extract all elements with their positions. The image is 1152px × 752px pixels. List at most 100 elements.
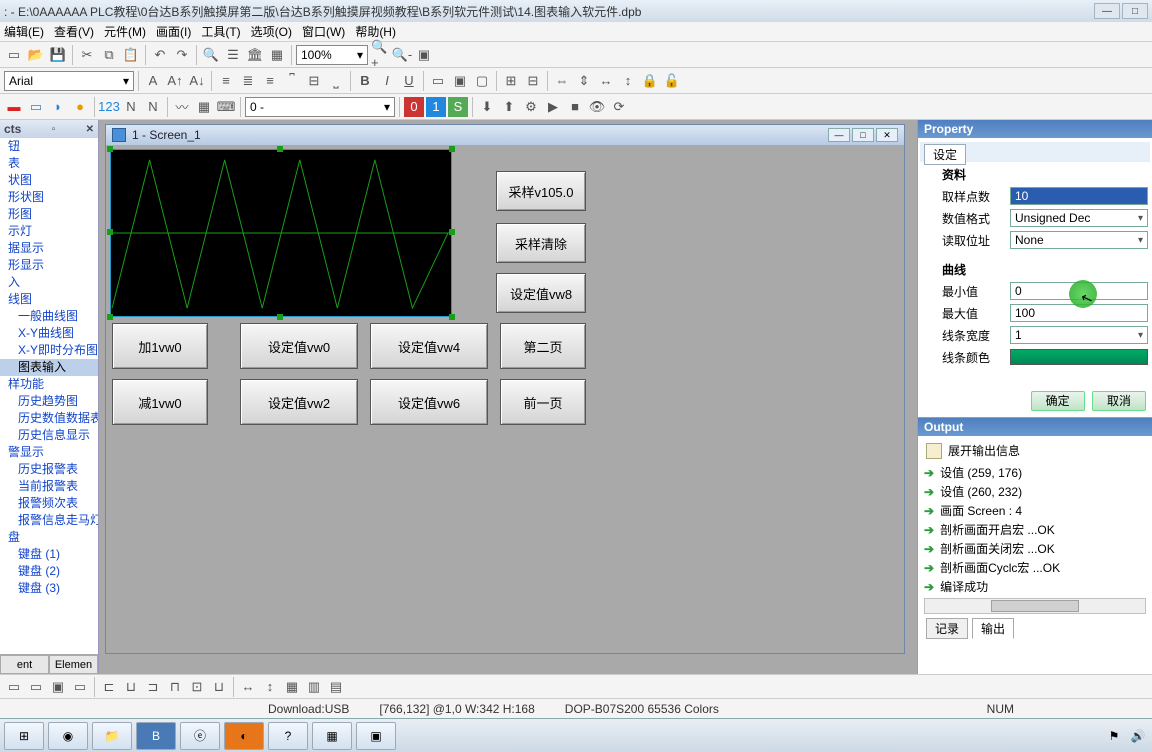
- tree-dock-icon[interactable]: ▫: [52, 124, 56, 135]
- tree-item[interactable]: 图表输入: [0, 359, 98, 376]
- task-start[interactable]: ⊞: [4, 722, 44, 750]
- cut-icon[interactable]: ✂: [77, 45, 97, 65]
- btn-sample[interactable]: 采样v105.0: [496, 171, 586, 211]
- menu-window[interactable]: 窗口(W): [302, 23, 345, 40]
- valign-top-icon[interactable]: ⎴: [282, 71, 302, 91]
- shape-circle-icon[interactable]: ●: [70, 97, 90, 117]
- valign-mid-icon[interactable]: ⊟: [304, 71, 324, 91]
- resize-handle[interactable]: [449, 146, 455, 152]
- menu-help[interactable]: 帮助(H): [355, 23, 396, 40]
- menu-view[interactable]: 查看(V): [54, 23, 94, 40]
- keypad-icon[interactable]: ⌨: [216, 97, 236, 117]
- align-c-icon[interactable]: ⊔: [121, 677, 141, 697]
- output-tab-log[interactable]: 记录: [926, 618, 968, 639]
- tree-item[interactable]: 历史趋势图: [0, 393, 98, 410]
- dist-h-icon[interactable]: ↔: [238, 677, 258, 697]
- paste-icon[interactable]: 📋: [121, 45, 141, 65]
- unlock-icon[interactable]: 🔓: [662, 71, 682, 91]
- tree-item[interactable]: 键盘 (2): [0, 563, 98, 580]
- tray-sound-icon[interactable]: 🔊: [1128, 722, 1148, 750]
- align-b-icon[interactable]: ⊔: [209, 677, 229, 697]
- tree-item[interactable]: 形图: [0, 206, 98, 223]
- save-icon[interactable]: 💾: [48, 45, 68, 65]
- dist-v-icon[interactable]: ↕: [260, 677, 280, 697]
- state-1-icon[interactable]: 1: [426, 97, 446, 117]
- tree-item[interactable]: 一般曲线图: [0, 308, 98, 325]
- property-value-input[interactable]: Unsigned Dec: [1010, 209, 1148, 227]
- find-icon[interactable]: 🔍: [201, 45, 221, 65]
- chart-tool-icon[interactable]: ▥: [304, 677, 324, 697]
- btn-set-vw0[interactable]: 设定值vw0: [240, 323, 358, 369]
- monitor-icon[interactable]: 👁: [587, 97, 607, 117]
- align-right-icon[interactable]: ≡: [260, 71, 280, 91]
- layer1-icon[interactable]: ▭: [4, 677, 24, 697]
- tree-item[interactable]: 历史报警表: [0, 461, 98, 478]
- font-select[interactable]: Arial▾: [4, 71, 134, 91]
- menu-screen[interactable]: 画面(I): [156, 23, 191, 40]
- numeric-icon[interactable]: 123: [99, 97, 119, 117]
- zoom-fit-icon[interactable]: ▣: [414, 45, 434, 65]
- zoom-select[interactable]: 100%▾: [296, 45, 368, 65]
- tree-item[interactable]: 据显示: [0, 240, 98, 257]
- btn-inc-vw0[interactable]: 加1vw0: [112, 323, 208, 369]
- underline-icon[interactable]: U: [399, 71, 419, 91]
- task-app5[interactable]: ▦: [312, 722, 352, 750]
- task-app1[interactable]: ◉: [48, 722, 88, 750]
- design-canvas[interactable]: 1 - Screen_1 — □ ✕: [99, 120, 917, 674]
- task-app2[interactable]: B: [136, 722, 176, 750]
- tree-item[interactable]: 示灯: [0, 223, 98, 240]
- resize-handle[interactable]: [107, 229, 113, 235]
- distribute-v-icon[interactable]: ⇕: [574, 71, 594, 91]
- send-back-icon[interactable]: ▢: [472, 71, 492, 91]
- tree-item[interactable]: 盘: [0, 529, 98, 546]
- output-scrollbar[interactable]: [924, 598, 1146, 614]
- tree-item[interactable]: 形状图: [0, 189, 98, 206]
- layer-icon[interactable]: ▭: [428, 71, 448, 91]
- stop-icon[interactable]: ■: [565, 97, 585, 117]
- same-w-icon[interactable]: ↔: [596, 71, 616, 91]
- menu-edit[interactable]: 编辑(E): [4, 23, 44, 40]
- tree-item[interactable]: 入: [0, 274, 98, 291]
- task-browser[interactable]: ⓔ: [180, 722, 220, 750]
- tree-item[interactable]: 线图: [0, 291, 98, 308]
- property-color-swatch[interactable]: [1010, 349, 1148, 365]
- tree-item[interactable]: 键盘 (3): [0, 580, 98, 597]
- tree-item[interactable]: 报警信息走马灯: [0, 512, 98, 529]
- tree-item[interactable]: 报警频次表: [0, 495, 98, 512]
- ungroup-icon[interactable]: ⊟: [523, 71, 543, 91]
- tree-item[interactable]: 状图: [0, 172, 98, 189]
- font-size-icon[interactable]: A: [143, 71, 163, 91]
- layer2-icon[interactable]: ▭: [26, 677, 46, 697]
- zoom-in-icon[interactable]: 🔍+: [370, 45, 390, 65]
- menu-option[interactable]: 选项(O): [251, 23, 292, 40]
- minimize-button[interactable]: —: [1094, 3, 1120, 19]
- tree-item[interactable]: X-Y曲线图: [0, 325, 98, 342]
- font-inc-icon[interactable]: A↑: [165, 71, 185, 91]
- wave-icon[interactable]: 〰: [172, 97, 192, 117]
- state-0-icon[interactable]: 0: [404, 97, 424, 117]
- tree-item[interactable]: 历史数值数据表: [0, 410, 98, 427]
- italic-icon[interactable]: I: [377, 71, 397, 91]
- resize-handle[interactable]: [107, 146, 113, 152]
- run-icon[interactable]: ▶: [543, 97, 563, 117]
- tree-tab-ent[interactable]: ent: [0, 655, 49, 674]
- align-center-icon[interactable]: ≣: [238, 71, 258, 91]
- undo-icon[interactable]: ↶: [150, 45, 170, 65]
- resize-handle[interactable]: [277, 314, 283, 320]
- copy-icon[interactable]: ⧉: [99, 45, 119, 65]
- tree-item[interactable]: 钮: [0, 138, 98, 155]
- valign-bot-icon[interactable]: ⎵: [326, 71, 346, 91]
- bold-icon[interactable]: B: [355, 71, 375, 91]
- open-icon[interactable]: 📂: [26, 45, 46, 65]
- compile-icon[interactable]: ⚙: [521, 97, 541, 117]
- tree-tab-element[interactable]: Elemen: [49, 655, 98, 674]
- btn-page-2[interactable]: 第二页: [500, 323, 586, 369]
- property-value-input[interactable]: 1: [1010, 326, 1148, 344]
- list-icon[interactable]: ☰: [223, 45, 243, 65]
- same-size-icon[interactable]: ▦: [282, 677, 302, 697]
- task-explorer[interactable]: 📁: [92, 722, 132, 750]
- tree-item[interactable]: 历史信息显示: [0, 427, 98, 444]
- chart-icon[interactable]: N: [143, 97, 163, 117]
- tree-item[interactable]: 警显示: [0, 444, 98, 461]
- cancel-button[interactable]: 取消: [1092, 391, 1146, 411]
